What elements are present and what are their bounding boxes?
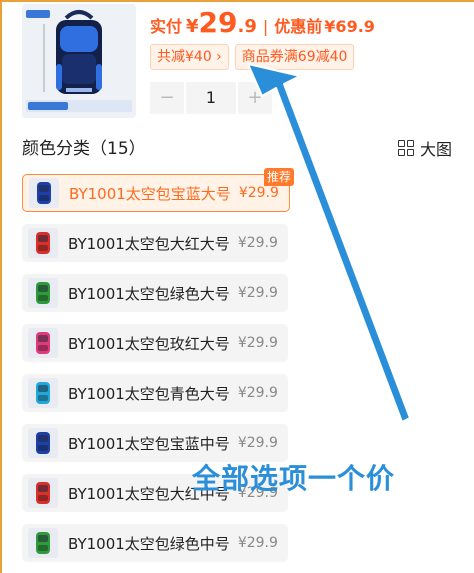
variant-option[interactable]: BY1001太空包绿色中号 ¥29.9	[22, 524, 288, 562]
price-decimal: .9	[237, 16, 257, 37]
color-category-title: 颜色分类（15）	[22, 139, 146, 159]
variant-name: BY1001太空包绿色中号	[68, 534, 230, 553]
variant-option[interactable]: BY1001太空包绿色大号 ¥29.9	[22, 274, 288, 312]
decrease-button[interactable]: −	[150, 82, 184, 114]
price-currency: ¥	[186, 16, 199, 37]
coupon-tag[interactable]: 商品券满69减40	[234, 44, 355, 70]
variant-price: ¥29.9	[237, 435, 278, 451]
grid-icon	[398, 140, 414, 156]
price-separator: |	[262, 17, 269, 36]
variant-price: ¥29.9	[237, 535, 278, 551]
quantity-stepper: − 1 +	[150, 82, 272, 114]
large-view-toggle[interactable]: 大图	[398, 136, 452, 160]
price-integer: 29	[198, 6, 238, 39]
large-view-label: 大图	[420, 140, 453, 159]
backpack-swatch-icon	[28, 378, 58, 408]
quantity-value[interactable]: 1	[186, 82, 236, 114]
variant-name: BY1001太空包宝蓝大号	[69, 184, 231, 203]
variant-price: ¥29.9	[237, 335, 278, 351]
price-row: 实付 ¥ 29 .9 | 优惠前 ¥69.9	[150, 6, 375, 39]
variant-option[interactable]: BY1001太空包大红大号 ¥29.9	[22, 224, 288, 262]
variant-name: BY1001太空包绿色大号	[68, 284, 230, 303]
variant-name: BY1001太空包玫红大号	[68, 334, 230, 353]
variant-option[interactable]: BY1001太空包宝蓝大号 ¥29.9	[22, 174, 290, 212]
discount-tags: 共减¥40 › 商品券满69减40	[150, 44, 355, 70]
original-price: ¥69.9	[324, 17, 375, 36]
product-thumbnail[interactable]	[22, 4, 136, 118]
variant-option[interactable]: BY1001太空包青色大号 ¥29.9	[22, 374, 288, 412]
backpack-swatch-icon	[28, 278, 58, 308]
backpack-swatch-icon	[28, 228, 58, 258]
discount-tag[interactable]: 共减¥40 ›	[150, 44, 229, 70]
increase-button[interactable]: +	[238, 82, 272, 114]
price-prefix: 实付	[150, 17, 183, 36]
backpack-swatch-icon	[28, 478, 58, 508]
frame-left-border	[0, 0, 2, 573]
variant-price: ¥29.9	[237, 285, 278, 301]
annotation-text: 全部选项一个价	[192, 462, 396, 495]
variant-price: ¥29.9	[237, 235, 278, 251]
variant-price: ¥29.9	[238, 185, 279, 201]
backpack-swatch-icon	[29, 178, 59, 208]
frame-top-border	[0, 0, 474, 2]
variant-price: ¥29.9	[237, 385, 278, 401]
backpack-swatch-icon	[28, 528, 58, 558]
backpack-swatch-icon	[28, 328, 58, 358]
recommend-badge: 推荐	[264, 168, 294, 186]
backpack-swatch-icon	[28, 428, 58, 458]
variant-name: BY1001太空包宝蓝中号	[68, 434, 230, 453]
variant-name: BY1001太空包大红大号	[68, 234, 230, 253]
backpack-image	[22, 4, 136, 118]
variant-name: BY1001太空包青色大号	[68, 384, 230, 403]
original-price-label: 优惠前	[274, 17, 323, 36]
variant-option[interactable]: BY1001太空包玫红大号 ¥29.9	[22, 324, 288, 362]
